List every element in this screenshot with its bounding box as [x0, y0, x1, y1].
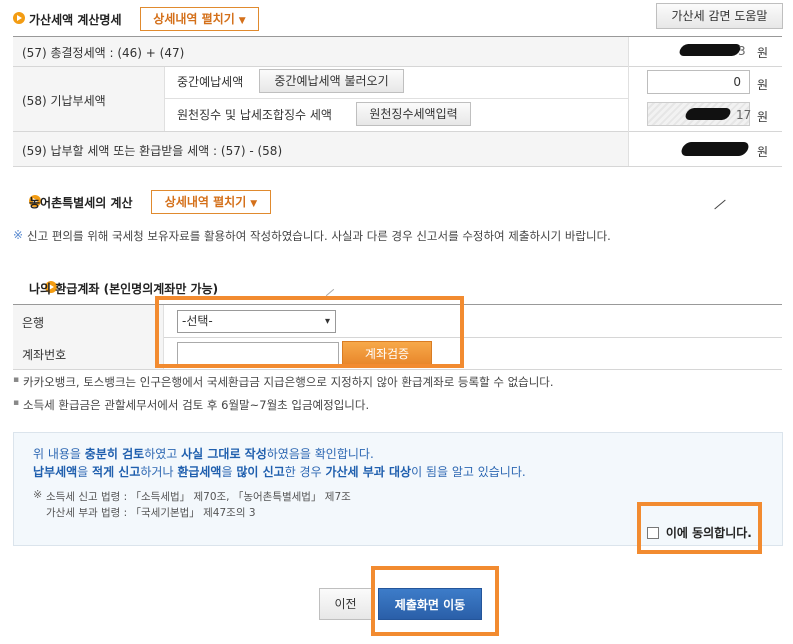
confirm-line-2: 납부세액을 적게 신고하거나 환급세액을 많이 신고한 경우 가산세 부과 대상… [33, 465, 526, 479]
law-reference-2: 가산세 부과 법령 : 「국세기본법」 제47조의 3 [46, 507, 256, 519]
row-58a-label: 중간예납세액 [177, 75, 244, 89]
highlight-box [371, 566, 499, 636]
law-reference-1: 소득세 신고 법령 : 「소득세법」 제70조, 「농어촌특별세법」 제7조 [46, 491, 351, 503]
unit-label: 원 [757, 78, 769, 92]
table-divider [628, 37, 629, 166]
row-59-label: (59) 납부할 세액 또는 환급받을 세액 : (57) - (58) [22, 144, 283, 158]
interim-prepayment-input[interactable]: 0 [647, 70, 750, 94]
redacted-amount [677, 44, 743, 56]
unit-label: 원 [757, 110, 769, 124]
bank-label: 은행 [22, 316, 45, 330]
redacted-amount [683, 108, 733, 120]
table-bottom-border [13, 166, 782, 167]
redacted-amount [679, 142, 751, 156]
note-bullet: ▪ [13, 398, 20, 408]
highlight-box [155, 296, 464, 368]
caret-down-icon: ▼ [238, 16, 246, 26]
expand-details-label: 상세내역 펼치기 [153, 12, 235, 26]
section-title-penalty-tax: 가산세액 계산명세 [29, 13, 122, 27]
expand-details-button[interactable]: 상세내역 펼치기 ▼ [140, 7, 259, 31]
notice-mark-icon: ※ [33, 488, 43, 501]
load-interim-prepayment-button[interactable]: 중간예납세액 불러오기 [259, 69, 404, 93]
notice-text: 신고 편의를 위해 국세청 보유자료를 활용하여 작성하였습니다. 사실과 다른… [27, 229, 611, 243]
caret-down-icon: ▼ [250, 199, 258, 209]
penalty-relief-help-button[interactable]: 가산세 감면 도움말 [656, 3, 783, 29]
section-bullet-icon [13, 12, 25, 24]
refund-note-2: 소득세 환급금은 관할세무서에서 검토 후 6월말~7월초 입금예정입니다. [23, 398, 370, 412]
stray-mark [714, 199, 726, 210]
confirm-line-1: 위 내용을 충분히 검토하였고 사실 그대로 작성하였음을 확인합니다. [33, 447, 374, 461]
note-bullet: ▪ [13, 375, 20, 385]
refund-note-1: 카카오뱅크, 토스뱅크는 인구은행에서 국세환급금 지급은행으로 지정하지 않아… [23, 375, 554, 389]
expand-details-label: 상세내역 펼치기 [164, 195, 247, 209]
row-58b-label: 원천징수 및 납세조합징수 세액 [177, 108, 332, 122]
expand-rural-details-button[interactable]: 상세내역 펼치기 ▼ [151, 190, 271, 214]
account-number-label: 계좌번호 [22, 348, 67, 362]
unit-label: 원 [757, 46, 769, 60]
highlight-box [637, 502, 762, 554]
notice-mark-icon: ※ [13, 228, 24, 242]
section-title-rural-tax: 농어촌특별세의 계산 [29, 196, 133, 210]
previous-button[interactable]: 이전 [319, 588, 372, 620]
table-divider [164, 67, 165, 131]
row-57-value-suffix: 3 [738, 44, 746, 58]
unit-label: 원 [757, 145, 769, 159]
table-divider [164, 98, 628, 99]
row-58b-value-suffix: 17 [736, 108, 752, 122]
table-bottom-border [13, 369, 782, 370]
section-title-refund-account: 나의 환급계좌 (본인명의계좌만 가능) [29, 282, 219, 296]
withholding-tax-input-button[interactable]: 원천징수세액입력 [356, 102, 471, 126]
row-57-label: (57) 총결정세액 : (46) + (47) [22, 46, 185, 60]
row-58-label: (58) 기납부세액 [22, 94, 106, 108]
